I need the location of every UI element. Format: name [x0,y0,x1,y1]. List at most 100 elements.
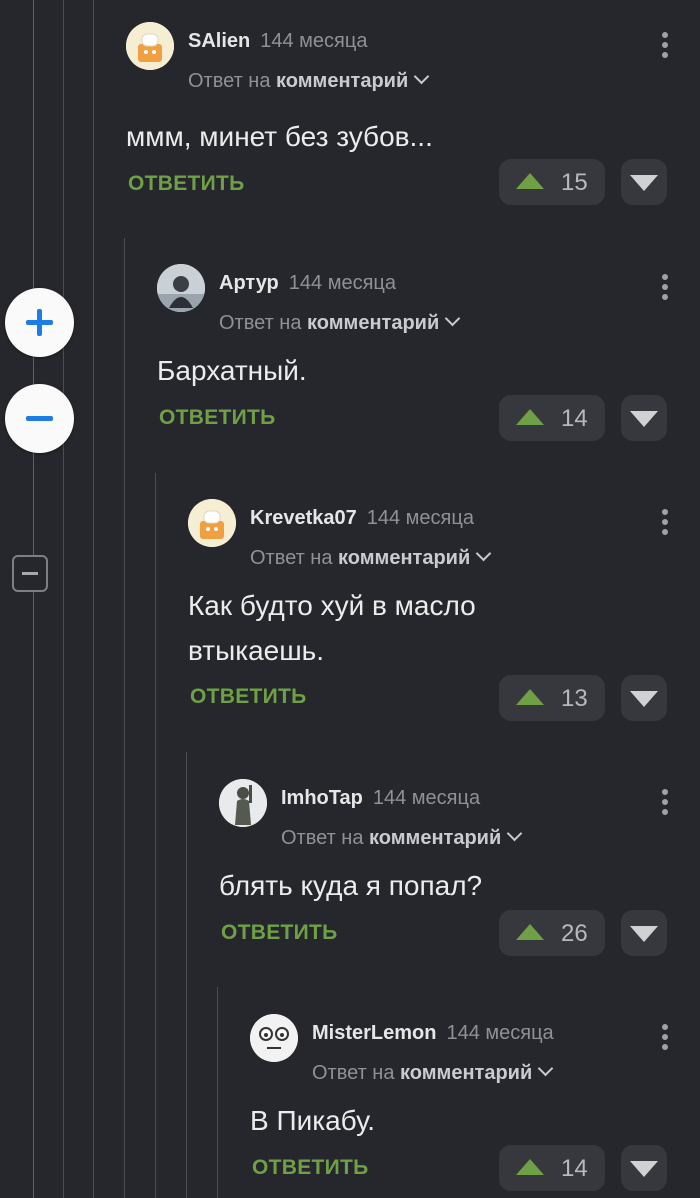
upvote-button[interactable]: 14 [499,1145,605,1191]
reply-to-link[interactable]: Ответ на комментарий [219,310,461,335]
avatar [157,264,205,312]
more-options-button[interactable] [660,789,670,819]
comment-author[interactable]: Krevetka07 144 месяца [250,507,474,530]
downvote-button[interactable] [621,910,667,956]
avatar [219,779,267,827]
thread-line [186,752,187,1198]
author-name[interactable]: SAlien [188,30,250,52]
more-vertical-icon [662,789,668,795]
comment-author[interactable]: SAlien 144 месяца [188,30,367,53]
comment-time: 144 месяца [260,30,368,52]
more-vertical-icon [662,1024,668,1030]
downvote-button[interactable] [621,395,667,441]
reply-target: комментарий [338,547,471,569]
arrow-up-icon [516,173,544,189]
thread-line [217,987,218,1198]
thread-line [124,238,125,1198]
reply-target: комментарий [307,312,440,334]
arrow-up-icon [516,689,544,705]
upvote-button[interactable]: 26 [499,910,605,956]
vote-count: 15 [561,169,588,196]
upvote-button[interactable]: 13 [499,675,605,721]
thread-line [155,473,156,1198]
reply-to-link[interactable]: Ответ на комментарий [312,1060,554,1085]
arrow-down-icon [630,411,658,427]
comment-text: В Пикабу. [250,1105,376,1136]
reply-button[interactable]: ОТВЕТИТЬ [252,1156,369,1180]
upvote-button[interactable]: 14 [499,395,605,441]
comment-author[interactable]: MisterLemon 144 месяца [312,1022,554,1045]
arrow-down-icon [630,175,658,191]
avatar [250,1014,298,1062]
downvote-button[interactable] [621,159,667,205]
reply-to-link[interactable]: Ответ на комментарий [188,68,430,93]
author-name[interactable]: ImhoTap [281,787,363,809]
more-vertical-icon [662,32,668,38]
author-name[interactable]: Артур [219,272,279,294]
comment-time: 144 месяца [372,787,481,809]
vote-count: 14 [561,405,588,432]
arrow-down-icon [630,691,658,707]
comment: SAlien 144 месяца Ответ на комментарий мм… [126,22,700,212]
comment: Артур 144 месяца Ответ на комментарий Бар… [157,264,700,454]
reply-button[interactable]: ОТВЕТИТЬ [159,406,276,430]
more-options-button[interactable] [660,274,670,304]
reply-to-link[interactable]: Ответ на комментарий [250,545,492,570]
reply-button[interactable]: ОТВЕТИТЬ [190,685,307,709]
reply-button[interactable]: ОТВЕТИТЬ [128,172,245,196]
chevron-down-icon [506,825,523,842]
comment-time: 144 месяца [366,507,474,529]
arrow-up-icon [516,924,544,940]
arrow-up-icon [516,409,544,425]
reply-prefix: Ответ на [219,312,302,334]
author-name[interactable]: Krevetka07 [250,507,357,529]
downvote-button[interactable] [621,1145,667,1191]
comment-text: Бархатный. [157,355,307,386]
more-vertical-icon [662,274,668,280]
vote-count: 26 [561,920,588,947]
comment-time: 144 месяца [446,1022,554,1044]
arrow-down-icon [630,926,658,942]
more-options-button[interactable] [660,509,670,539]
reply-prefix: Ответ на [188,70,271,92]
comment: ImhoTap 144 месяца Ответ на комментарий б… [219,779,700,969]
reply-button[interactable]: ОТВЕТИТЬ [221,921,338,945]
reply-target: комментарий [276,70,409,92]
upvote-button[interactable]: 15 [499,159,605,205]
arrow-up-icon [516,1159,544,1175]
reply-prefix: Ответ на [250,547,333,569]
thread-line [33,0,34,1198]
reply-target: комментарий [400,1062,533,1084]
reply-prefix: Ответ на [281,827,364,849]
comment: Krevetka07 144 месяца Ответ на комментари… [188,499,700,729]
reply-to-link[interactable]: Ответ на комментарий [281,825,523,850]
more-vertical-icon [662,509,668,515]
more-options-button[interactable] [660,32,670,62]
avatar [126,22,174,70]
downvote-button[interactable] [621,675,667,721]
comment-text: блять куда я попал? [219,870,483,901]
vote-count: 13 [561,685,588,712]
thread-line [63,0,64,1198]
comment-text: Как будто хуй в масло втыкаешь. [188,590,476,666]
reply-prefix: Ответ на [312,1062,395,1084]
zoom-in-button[interactable] [5,288,74,357]
collapse-thread-button[interactable] [12,555,48,592]
comment-author[interactable]: ImhoTap 144 месяца [281,787,480,810]
author-name[interactable]: MisterLemon [312,1022,436,1044]
chevron-down-icon [537,1060,554,1077]
comment-time: 144 месяца [288,272,396,294]
comment-text: ммм, минет без зубов... [126,121,433,152]
thread-line [93,0,94,1198]
chevron-down-icon [475,545,492,562]
comment: MisterLemon 144 месяца Ответ на комментар… [250,1014,700,1198]
avatar [188,499,236,547]
reply-target: комментарий [369,827,502,849]
arrow-down-icon [630,1161,658,1177]
comment-author[interactable]: Артур 144 месяца [219,272,396,295]
chevron-down-icon [413,68,430,85]
chevron-down-icon [444,310,461,327]
zoom-out-button[interactable] [5,384,74,453]
vote-count: 14 [561,1155,588,1182]
more-options-button[interactable] [660,1024,670,1054]
